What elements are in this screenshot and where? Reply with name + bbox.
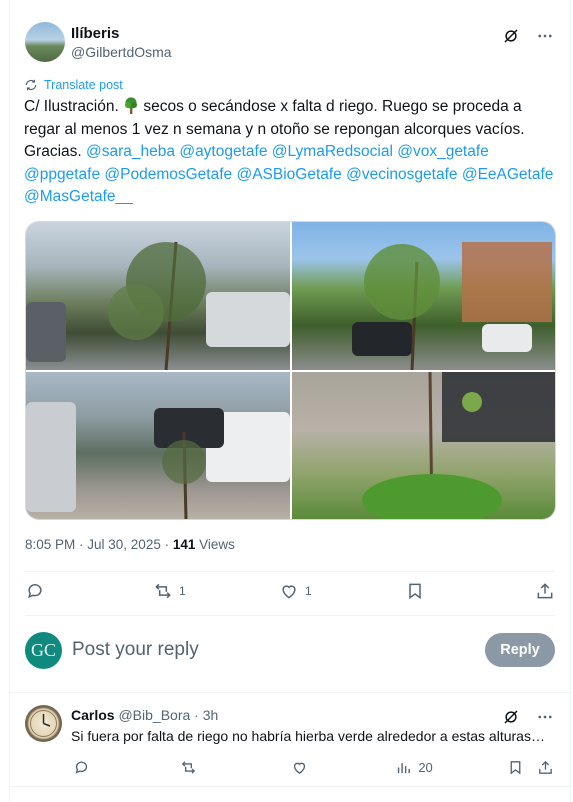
share-icon	[535, 581, 555, 601]
reply-input[interactable]: Post your reply	[72, 639, 199, 661]
share-icon	[535, 757, 555, 777]
author-names: Ilíberis @GilbertdOsma	[71, 25, 172, 61]
reply-icon	[25, 581, 45, 601]
author-handle[interactable]: @GilbertdOsma	[71, 43, 172, 61]
reply-icon	[71, 757, 91, 777]
like-count: 1	[305, 584, 312, 598]
mention-link[interactable]: @vox_getafe	[397, 143, 489, 160]
grok-icon[interactable]	[501, 26, 521, 46]
post-text-part-1: C/ Ilustración.	[24, 98, 124, 115]
reply-composer: GC Post your reply Reply	[25, 630, 555, 670]
mention-link[interactable]: @vecinosgetafe	[346, 166, 457, 183]
commenter-name[interactable]: Carlos	[71, 707, 115, 723]
views-count: 141	[172, 537, 196, 552]
grok-icon[interactable]	[501, 707, 521, 727]
more-options-icon[interactable]	[535, 26, 555, 46]
author-display-name[interactable]: Ilíberis	[71, 25, 172, 43]
analytics-icon	[393, 757, 413, 777]
comment-reply-action[interactable]	[71, 757, 179, 777]
post-header: Ilíberis @GilbertdOsma	[25, 22, 555, 62]
divider	[25, 571, 555, 572]
like-action[interactable]: 1	[279, 581, 405, 601]
media-grid	[25, 221, 556, 520]
more-options-icon[interactable]	[535, 707, 555, 727]
mention-link[interactable]: @MasGetafe__	[24, 188, 133, 205]
comment-views-action[interactable]: 20	[393, 757, 505, 777]
repost-action[interactable]: 1	[153, 581, 279, 601]
photo-street-trees-1[interactable]	[26, 222, 290, 370]
reply-button[interactable]: Reply	[485, 633, 555, 667]
mention-link[interactable]: @aytogetafe	[179, 143, 267, 160]
header-icons	[501, 26, 555, 46]
author-avatar[interactable]	[25, 22, 65, 62]
photo-tree-pit-grass[interactable]	[291, 371, 555, 519]
comment-bookmark-action[interactable]	[505, 757, 535, 777]
post-actions: 1 1	[25, 581, 555, 601]
my-avatar[interactable]: GC	[25, 631, 62, 669]
bookmark-icon	[405, 581, 425, 601]
mention-link[interactable]: @EeAGetafe	[462, 166, 554, 183]
translate-icon	[24, 78, 38, 92]
photo-sidewalk-trees[interactable]	[26, 371, 290, 519]
heart-icon	[290, 757, 310, 777]
comment-actions: 20	[71, 757, 555, 777]
post-text: C/ Ilustración. secos o secándose x falt…	[24, 96, 556, 209]
divider	[9, 692, 571, 693]
comment-header-icons	[501, 707, 555, 727]
post-timestamp[interactable]: 8:05 PM · Jul 30, 2025 ·	[25, 537, 173, 552]
reply-action[interactable]	[25, 581, 153, 601]
translate-post-label[interactable]: Translate post	[44, 78, 123, 92]
heart-icon	[279, 581, 299, 601]
comment-share-action[interactable]	[535, 757, 555, 777]
divider	[9, 786, 571, 787]
comment-time[interactable]: · 3h	[194, 707, 218, 723]
repost-count: 1	[179, 584, 186, 598]
mention-link[interactable]: @LymaRedsocial	[272, 143, 393, 160]
views-label: Views	[195, 537, 235, 552]
share-action[interactable]	[535, 581, 555, 601]
photo-street-trees-2[interactable]	[291, 222, 555, 370]
mention-link[interactable]: @ASBioGetafe	[236, 166, 341, 183]
tree-emoji-icon	[123, 97, 139, 114]
mention-link[interactable]: @ppgetafe	[24, 166, 100, 183]
mention-link[interactable]: @sara_heba	[86, 143, 175, 160]
commenter-header: Carlos @Bib_Bora · 3h	[71, 707, 218, 723]
divider	[25, 615, 555, 616]
bookmark-action[interactable]	[405, 581, 531, 601]
comment-like-action[interactable]	[290, 757, 394, 777]
commenter-avatar[interactable]	[25, 705, 62, 742]
repost-icon	[179, 757, 199, 777]
mention-link[interactable]: @PodemosGetafe	[104, 166, 232, 183]
commenter-handle[interactable]: @Bib_Bora	[118, 707, 190, 723]
translate-post-link[interactable]: Translate post	[24, 78, 123, 92]
bookmark-icon	[505, 757, 525, 777]
comment-views-count: 20	[418, 759, 433, 775]
comment-text: Si fuera por falta de riego no habría hi…	[71, 728, 545, 744]
comment-repost-action[interactable]	[179, 757, 290, 777]
post-meta: 8:05 PM · Jul 30, 2025 · 141 Views	[25, 537, 235, 552]
repost-icon	[153, 581, 173, 601]
